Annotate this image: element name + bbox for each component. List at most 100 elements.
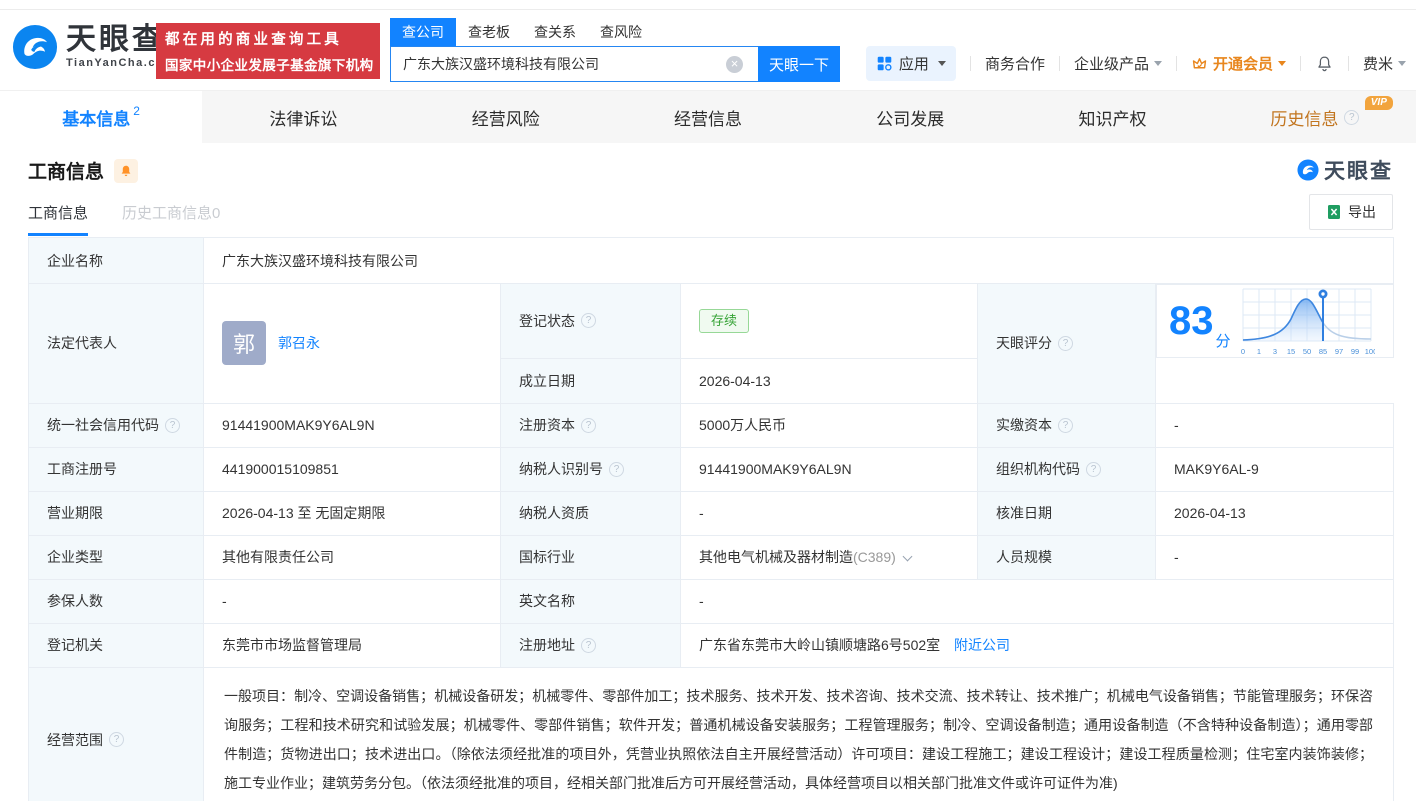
taxpayer-quality-label: 纳税人资质	[501, 491, 681, 535]
svg-text:100: 100	[1364, 347, 1374, 356]
svg-text:15: 15	[1286, 347, 1294, 356]
help-icon[interactable]	[581, 418, 596, 433]
cooperation-label: 商务合作	[985, 53, 1045, 74]
export-button[interactable]: 导出	[1309, 194, 1393, 230]
tab-intellectual-property[interactable]: 知识产权	[1011, 91, 1213, 143]
open-vip-menu[interactable]: 开通会员	[1191, 53, 1286, 74]
tab-basic-info[interactable]: 基本信息 2	[0, 91, 202, 143]
tab-basic-info-label: 基本信息	[62, 105, 130, 130]
search-tab-boss[interactable]: 查老板	[456, 18, 522, 46]
tab-operating-info-label: 经营信息	[674, 105, 742, 130]
help-icon[interactable]	[1058, 418, 1073, 433]
slogan-line1: 都在用的商业查询工具	[165, 28, 371, 49]
reg-address-label: 注册地址	[501, 623, 681, 667]
watermark-logo: 天眼查	[1297, 155, 1393, 185]
tab-legal-lawsuits[interactable]: 法律诉讼	[202, 91, 404, 143]
establish-date-label: 成立日期	[501, 358, 681, 403]
tab-operating-info[interactable]: 经营信息	[607, 91, 809, 143]
help-icon[interactable]	[1344, 110, 1359, 125]
help-icon[interactable]	[109, 732, 124, 747]
help-icon[interactable]	[609, 462, 624, 477]
score-unit: 分	[1216, 330, 1231, 351]
excel-icon	[1326, 204, 1342, 220]
row-insured-count: 参保人数 - 英文名称 -	[29, 579, 1394, 623]
search-button[interactable]: 天眼一下	[758, 46, 840, 82]
tab-intellectual-property-label: 知识产权	[1079, 105, 1147, 130]
taxpayer-quality-value: -	[681, 491, 978, 535]
tianyancha-logo-icon	[12, 24, 58, 70]
top-divider	[0, 0, 1416, 10]
section-title: 工商信息	[28, 157, 104, 184]
bell-icon	[119, 164, 133, 178]
tianyancha-watermark-icon	[1297, 159, 1319, 181]
svg-text:1: 1	[1256, 347, 1260, 356]
help-icon[interactable]	[1058, 336, 1073, 351]
tab-company-development[interactable]: 公司发展	[809, 91, 1011, 143]
company-name-value: 广东大族汉盛环境科技有限公司	[204, 238, 1394, 284]
score-distribution-chart: 0 1 3 15 50 85 97 99 100	[1239, 285, 1375, 357]
legal-rep-value: 郭 郭召永	[204, 284, 501, 404]
legal-rep-label: 法定代表人	[29, 284, 204, 404]
divider	[1300, 56, 1301, 71]
business-scope-value: 一般项目：制冷、空调设备销售；机械设备研发；机械零件、零部件加工；技术服务、技术…	[204, 667, 1394, 801]
reg-status-value: 存续	[681, 284, 978, 359]
row-reg-authority: 登记机关 东莞市市场监督管理局 注册地址 广东省东莞市大岭山镇顺塘路6号502室…	[29, 623, 1394, 667]
legal-rep-name-link[interactable]: 郭召永	[278, 333, 320, 353]
search-tab-risk[interactable]: 查风险	[588, 18, 654, 46]
help-icon[interactable]	[1086, 462, 1101, 477]
clear-search-icon[interactable]	[726, 56, 743, 73]
search-tab-relation[interactable]: 查关系	[522, 18, 588, 46]
legal-rep-avatar[interactable]: 郭	[222, 321, 266, 365]
search-tab-company[interactable]: 查公司	[390, 18, 456, 46]
enterprise-products-menu[interactable]: 企业级产品	[1074, 53, 1162, 74]
svg-text:50: 50	[1302, 347, 1310, 356]
notifications-button[interactable]	[1315, 54, 1334, 73]
row-legal-rep: 法定代表人 郭 郭召永 登记状态 存续 天眼评分 83 分	[29, 284, 1394, 359]
org-code-label: 组织机构代码	[978, 447, 1156, 491]
cooperation-link[interactable]: 商务合作	[985, 53, 1045, 74]
search-input[interactable]	[390, 46, 758, 82]
help-icon[interactable]	[581, 638, 596, 653]
vip-crown-icon	[1191, 55, 1208, 72]
staff-size-label: 人员规模	[978, 535, 1156, 579]
svg-text:85: 85	[1318, 347, 1326, 356]
divider	[1059, 56, 1060, 71]
open-vip-label: 开通会员	[1213, 53, 1273, 74]
svg-text:99: 99	[1350, 347, 1358, 356]
slogan-line2: 国家中小企业发展子基金旗下机构	[165, 54, 371, 74]
tianyancha-logo[interactable]: 天眼查 TianYanCha.com	[12, 24, 175, 70]
expand-chevron-icon[interactable]	[902, 552, 912, 562]
industry-code: (C389)	[853, 549, 896, 565]
english-name-value: -	[681, 579, 1394, 623]
subtab-business-info[interactable]: 工商信息	[28, 202, 88, 236]
chevron-down-icon	[1154, 61, 1162, 66]
row-business-term: 营业期限 2026-04-13 至 无固定期限 纳税人资质 - 核准日期 202…	[29, 491, 1394, 535]
business-info-subtabs: 工商信息 历史工商信息0 导出	[28, 202, 1393, 236]
user-menu[interactable]: 费米	[1363, 53, 1406, 74]
status-badge: 存续	[699, 309, 749, 333]
insured-count-label: 参保人数	[29, 579, 204, 623]
company-type-value: 其他有限责任公司	[204, 535, 501, 579]
tab-history-info-label: 历史信息	[1270, 105, 1338, 130]
industry-label: 国标行业	[501, 535, 681, 579]
site-header: 天眼查 TianYanCha.com 都在用的商业查询工具 国家中小企业发展子基…	[0, 10, 1416, 90]
chevron-down-icon	[1398, 61, 1406, 66]
help-icon[interactable]	[581, 313, 596, 328]
search-tabs: 查公司 查老板 查关系 查风险	[390, 18, 840, 46]
username-label: 费米	[1363, 53, 1393, 74]
reg-capital-label: 注册资本	[501, 403, 681, 447]
row-company-name: 企业名称 广东大族汉盛环境科技有限公司	[29, 238, 1394, 284]
taxpayer-id-label: 纳税人识别号	[501, 447, 681, 491]
tab-history-info[interactable]: VIP 历史信息	[1214, 91, 1416, 143]
nearby-companies-link[interactable]: 附近公司	[954, 637, 1010, 653]
apps-menu[interactable]: 应用	[866, 46, 956, 81]
apps-menu-label: 应用	[899, 53, 929, 74]
enterprise-products-label: 企业级产品	[1074, 53, 1149, 74]
apps-grid-icon	[876, 55, 893, 72]
tab-operating-risk[interactable]: 经营风险	[405, 91, 607, 143]
credit-code-label: 统一社会信用代码	[29, 403, 204, 447]
monitor-bell-button[interactable]	[114, 159, 138, 183]
help-icon[interactable]	[165, 418, 180, 433]
score-label: 天眼评分	[978, 284, 1156, 404]
subtab-history-business-info[interactable]: 历史工商信息0	[122, 202, 220, 236]
